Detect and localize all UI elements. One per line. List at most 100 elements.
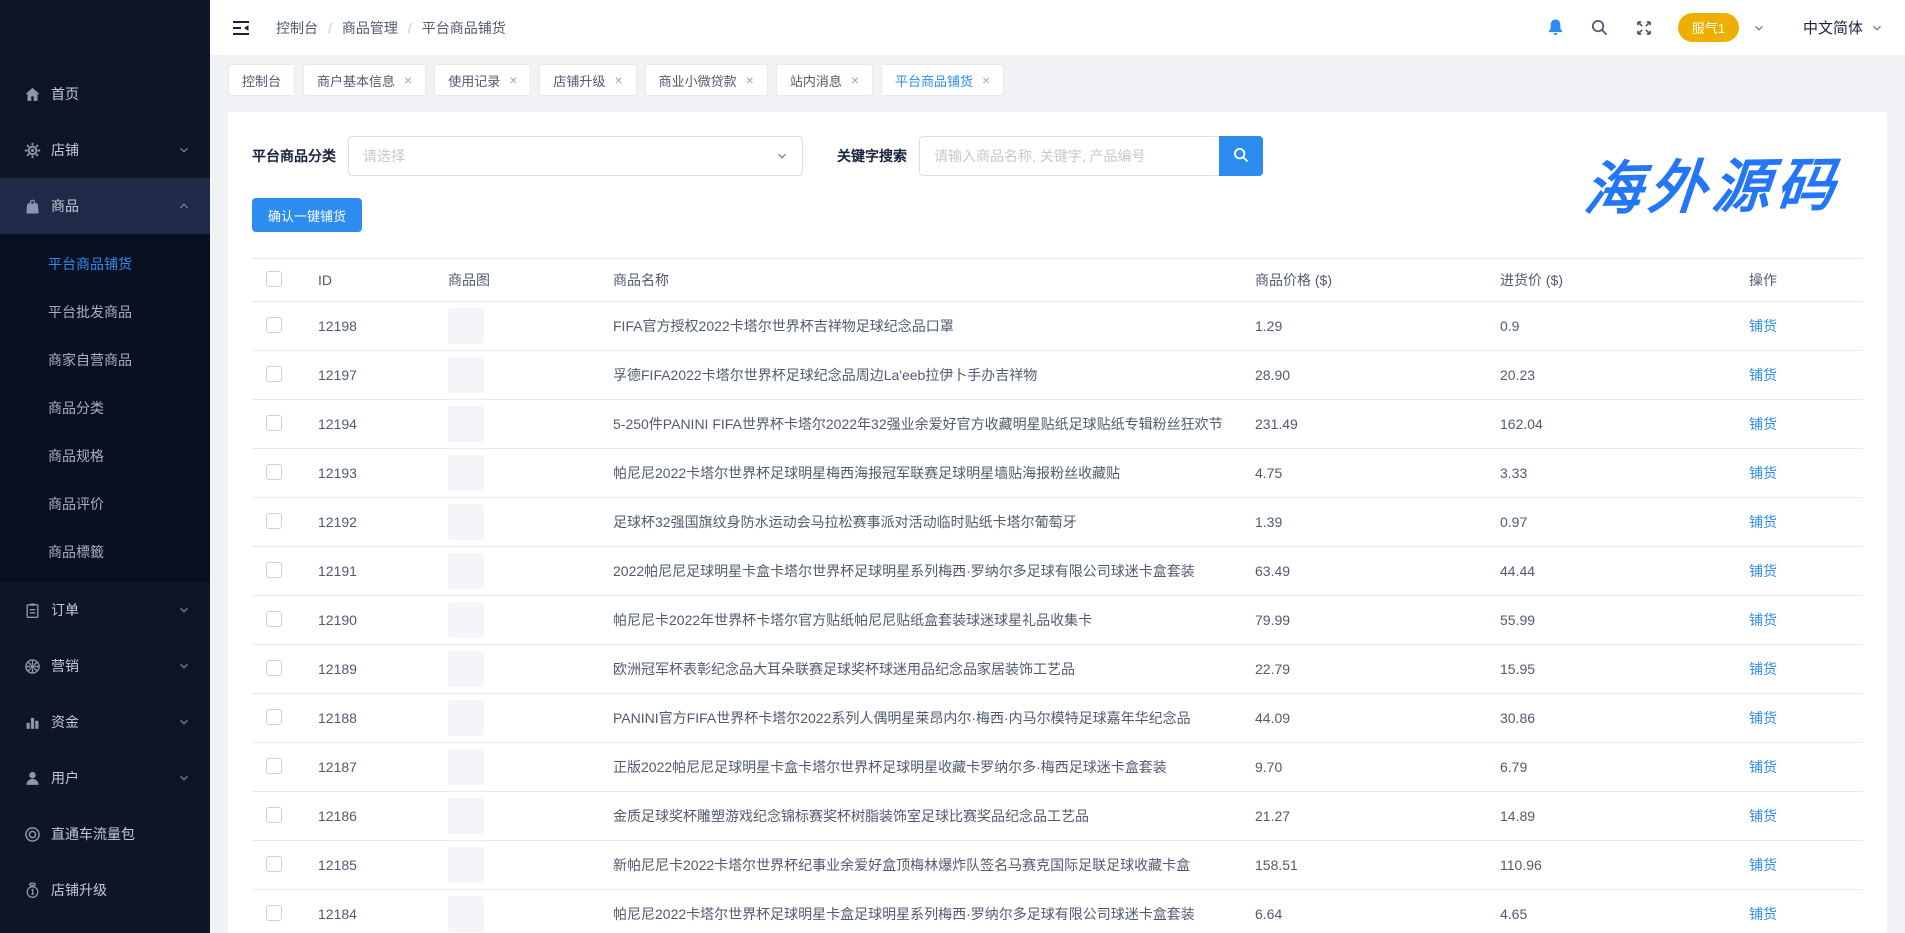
product-image bbox=[448, 847, 484, 883]
sidebar-subitem-商品评价[interactable]: 商品评价 bbox=[0, 480, 210, 528]
sidebar-item-label: 店铺 bbox=[51, 140, 178, 160]
search-icon[interactable] bbox=[1590, 18, 1610, 38]
distribute-link[interactable]: 铺货 bbox=[1749, 563, 1777, 579]
row-checkbox[interactable] bbox=[266, 317, 282, 333]
clipboard-icon bbox=[24, 602, 41, 619]
user-badge[interactable]: 服气1 bbox=[1678, 13, 1739, 42]
search-button[interactable] bbox=[1219, 136, 1263, 176]
tab-使用记录[interactable]: 使用记录× bbox=[434, 64, 531, 96]
sidebar-item-marketing[interactable]: 营销 bbox=[0, 638, 210, 694]
product-image bbox=[448, 602, 484, 638]
distribute-link[interactable]: 铺货 bbox=[1749, 661, 1777, 677]
purchase-price: 0.9 bbox=[1484, 318, 1733, 334]
distribute-link[interactable]: 铺货 bbox=[1749, 612, 1777, 628]
tab-站内消息[interactable]: 站内消息× bbox=[776, 64, 873, 96]
sidebar-subitem-商品规格[interactable]: 商品规格 bbox=[0, 432, 210, 480]
tab-close-icon[interactable]: × bbox=[851, 73, 859, 87]
row-checkbox[interactable] bbox=[266, 415, 282, 431]
breadcrumb-item[interactable]: 控制台 bbox=[276, 18, 318, 38]
product-image bbox=[448, 553, 484, 589]
row-checkbox[interactable] bbox=[266, 807, 282, 823]
chevron-down-icon bbox=[1871, 22, 1883, 34]
select-all-checkbox[interactable] bbox=[266, 271, 282, 287]
tab-平台商品铺货[interactable]: 平台商品铺货× bbox=[881, 64, 1004, 96]
category-select[interactable]: 请选择 bbox=[348, 136, 803, 176]
product-image bbox=[448, 749, 484, 785]
row-checkbox[interactable] bbox=[266, 366, 282, 382]
product-price: 1.29 bbox=[1239, 318, 1484, 334]
row-checkbox[interactable] bbox=[266, 709, 282, 725]
product-name: 帕尼尼2022卡塔尔世界杯足球明星梅西海报冠军联赛足球明星墙贴海报粉丝收藏贴 bbox=[597, 463, 1239, 483]
sidebar-item-goods[interactable]: 商品 bbox=[0, 178, 210, 234]
sidebar-item-orders[interactable]: 订单 bbox=[0, 582, 210, 638]
sidebar-nav: 首页店铺商品平台商品铺货平台批发商品商家自营商品商品分类商品规格商品评价商品標籤… bbox=[0, 66, 210, 918]
category-select-placeholder: 请选择 bbox=[363, 146, 776, 166]
row-checkbox[interactable] bbox=[266, 758, 282, 774]
tab-bar: 控制台商户基本信息×使用记录×店铺升级×商业小微贷款×站内消息×平台商品铺货× bbox=[210, 55, 1905, 102]
sidebar-subitem-商品標籤[interactable]: 商品標籤 bbox=[0, 528, 210, 576]
sidebar: 首页店铺商品平台商品铺货平台批发商品商家自营商品商品分类商品规格商品评价商品標籤… bbox=[0, 0, 210, 933]
breadcrumb-item[interactable]: 商品管理 bbox=[342, 18, 398, 38]
row-checkbox[interactable] bbox=[266, 905, 282, 921]
tab-close-icon[interactable]: × bbox=[982, 73, 990, 87]
distribute-link[interactable]: 铺货 bbox=[1749, 710, 1777, 726]
row-checkbox[interactable] bbox=[266, 562, 282, 578]
distribute-link[interactable]: 铺货 bbox=[1749, 514, 1777, 530]
user-menu[interactable]: 服气1 bbox=[1678, 13, 1765, 42]
chevron-down-icon bbox=[178, 772, 190, 784]
product-price: 1.39 bbox=[1239, 514, 1484, 530]
row-checkbox[interactable] bbox=[266, 856, 282, 872]
tab-close-icon[interactable]: × bbox=[509, 73, 517, 87]
header-checkbox-cell bbox=[252, 271, 302, 290]
sidebar-item-traffic[interactable]: 直通车流量包 bbox=[0, 806, 210, 862]
sidebar-item-users[interactable]: 用户 bbox=[0, 750, 210, 806]
sidebar-item-funds[interactable]: 资金 bbox=[0, 694, 210, 750]
distribute-link[interactable]: 铺货 bbox=[1749, 906, 1777, 922]
column-header: 商品图 bbox=[432, 270, 597, 290]
row-checkbox[interactable] bbox=[266, 513, 282, 529]
tab-商业小微贷款[interactable]: 商业小微贷款× bbox=[645, 64, 768, 96]
keyword-search-label: 关键字搜索 bbox=[837, 146, 907, 166]
purchase-price: 55.99 bbox=[1484, 612, 1733, 628]
sidebar-item-shop[interactable]: 店铺 bbox=[0, 122, 210, 178]
language-selector[interactable]: 中文简体 bbox=[1803, 17, 1883, 38]
menu-fold-icon[interactable] bbox=[228, 15, 254, 41]
sidebar-subitem-商家自营商品[interactable]: 商家自营商品 bbox=[0, 336, 210, 384]
sidebar-subitem-商品分类[interactable]: 商品分类 bbox=[0, 384, 210, 432]
row-checkbox[interactable] bbox=[266, 611, 282, 627]
tab-控制台[interactable]: 控制台 bbox=[228, 64, 295, 96]
tab-商户基本信息[interactable]: 商户基本信息× bbox=[303, 64, 426, 96]
purchase-price: 0.97 bbox=[1484, 514, 1733, 530]
keyword-search-input[interactable] bbox=[919, 136, 1219, 176]
distribute-link[interactable]: 铺货 bbox=[1749, 808, 1777, 824]
sidebar-subitem-平台批发商品[interactable]: 平台批发商品 bbox=[0, 288, 210, 336]
tab-close-icon[interactable]: × bbox=[614, 73, 622, 87]
confirm-distribute-button[interactable]: 确认一键铺货 bbox=[252, 198, 362, 232]
product-name: 2022帕尼尼足球明星卡盒卡塔尔世界杯足球明星系列梅西·罗纳尔多足球有限公司球迷… bbox=[597, 561, 1239, 581]
distribute-link[interactable]: 铺货 bbox=[1749, 416, 1777, 432]
row-checkbox[interactable] bbox=[266, 660, 282, 676]
table-row: 12192足球杯32强国旗纹身防水运动会马拉松赛事派对活动临时贴纸卡塔尔葡萄牙1… bbox=[252, 498, 1863, 547]
row-checkbox[interactable] bbox=[266, 464, 282, 480]
product-image bbox=[448, 798, 484, 834]
sidebar-subitem-平台商品铺货[interactable]: 平台商品铺货 bbox=[0, 240, 210, 288]
product-id: 12190 bbox=[302, 612, 432, 628]
sidebar-item-upgrade[interactable]: 店铺升级 bbox=[0, 862, 210, 918]
breadcrumb-item[interactable]: 平台商品铺货 bbox=[422, 18, 506, 38]
sidebar-item-home[interactable]: 首页 bbox=[0, 66, 210, 122]
product-id: 12197 bbox=[302, 367, 432, 383]
fullscreen-icon[interactable] bbox=[1634, 18, 1654, 38]
product-price: 22.79 bbox=[1239, 661, 1484, 677]
notification-bell-icon[interactable] bbox=[1546, 18, 1566, 38]
tab-label: 店铺升级 bbox=[553, 71, 605, 90]
distribute-link[interactable]: 铺货 bbox=[1749, 759, 1777, 775]
tab-close-icon[interactable]: × bbox=[746, 73, 754, 87]
distribute-link[interactable]: 铺货 bbox=[1749, 367, 1777, 383]
distribute-link[interactable]: 铺货 bbox=[1749, 465, 1777, 481]
distribute-link[interactable]: 铺货 bbox=[1749, 318, 1777, 334]
breadcrumb-separator: / bbox=[408, 20, 412, 36]
sidebar-item-label: 首页 bbox=[51, 84, 190, 104]
distribute-link[interactable]: 铺货 bbox=[1749, 857, 1777, 873]
tab-店铺升级[interactable]: 店铺升级 × bbox=[539, 64, 636, 96]
tab-close-icon[interactable]: × bbox=[404, 73, 412, 87]
